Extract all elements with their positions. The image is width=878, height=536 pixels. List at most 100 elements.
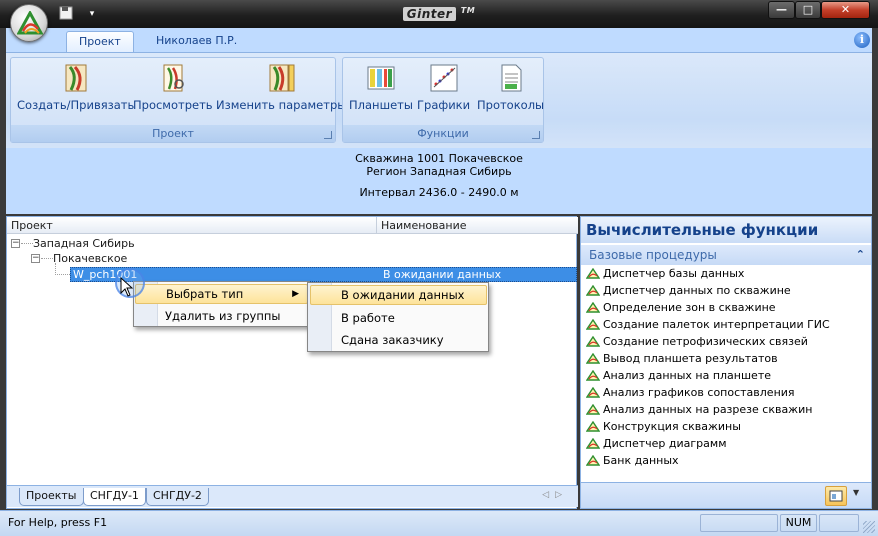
- protocols-icon: [501, 64, 522, 92]
- tree-header: Проект Наименование: [7, 217, 578, 234]
- procedure-item[interactable]: Анализ графиков сопоставления: [585, 384, 869, 401]
- procedure-label: Создание палеток интерпретации ГИС: [603, 318, 830, 331]
- mouse-cursor-icon: [120, 277, 134, 297]
- procedure-icon: [586, 285, 600, 296]
- submenu-arrow-icon: ▶: [292, 289, 299, 299]
- procedure-label: Анализ данных на разрезе скважин: [603, 403, 813, 416]
- ribbon-group-label: Функции: [343, 125, 543, 142]
- ribbon-tabs: Проект Николаев П.Р. i: [6, 28, 872, 52]
- procedure-icon: [586, 438, 600, 449]
- panel-toolbar: ▼: [581, 482, 871, 508]
- status-help-text: For Help, press F1: [8, 516, 108, 529]
- tablets-icon: [367, 66, 395, 90]
- edit-params-icon: [269, 64, 295, 92]
- procedure-icon: [586, 268, 600, 279]
- tab-projects[interactable]: Проекты: [19, 488, 84, 506]
- procedure-icon: [586, 370, 600, 381]
- tree-expander-icon[interactable]: −: [11, 239, 20, 248]
- view-button[interactable]: Просмотреть: [133, 62, 213, 112]
- procedure-item[interactable]: Создание палеток интерпретации ГИС: [585, 316, 869, 333]
- tab-scroll-arrows-icon[interactable]: ◁▷: [542, 490, 568, 500]
- procedure-item[interactable]: Анализ данных на планшете: [585, 367, 869, 384]
- procedure-icon: [586, 404, 600, 415]
- procedure-label: Создание петрофизических связей: [603, 335, 808, 348]
- edit-params-button[interactable]: Изменить параметры: [216, 62, 346, 112]
- menu-item-awaiting-data[interactable]: В ожидании данных: [310, 285, 487, 305]
- menu-item-delivered[interactable]: Сдана заказчику: [310, 330, 487, 350]
- maximize-button[interactable]: □: [795, 1, 821, 19]
- menu-item-in-progress[interactable]: В работе: [310, 308, 487, 328]
- view-icon: [163, 64, 184, 92]
- procedure-item[interactable]: Конструкция скважины: [585, 418, 869, 435]
- procedure-label: Диспетчер данных по скважине: [603, 284, 791, 297]
- charts-button[interactable]: Графики: [417, 62, 470, 112]
- procedure-item[interactable]: Создание петрофизических связей: [585, 333, 869, 350]
- procedure-item[interactable]: Диспетчер базы данных: [585, 265, 869, 282]
- tree-node-region[interactable]: Западная Сибирь: [33, 236, 135, 251]
- section-title: Базовые процедуры: [589, 248, 717, 262]
- app-logo-icon: [17, 11, 43, 35]
- procedure-label: Анализ графиков сопоставления: [603, 386, 795, 399]
- ribbon-group-label: Проект: [11, 125, 335, 142]
- menu-item-label: Выбрать тип: [166, 287, 244, 301]
- menu-item-label: Удалить из группы: [165, 309, 281, 323]
- column-header-project[interactable]: Проект: [7, 217, 377, 234]
- tree-line: [41, 258, 53, 259]
- region-name: Регион Западная Сибирь: [366, 165, 512, 178]
- create-bind-button[interactable]: Создать/Привязать: [17, 62, 134, 112]
- ribbon-group-project: Создать/Привязать Просмотреть Изменить п…: [10, 57, 346, 143]
- column-header-name[interactable]: Наименование: [377, 217, 577, 234]
- context-menu: Выбрать тип ▶ Удалить из группы: [133, 281, 310, 327]
- procedure-icon: [586, 455, 600, 466]
- panel-dropdown-icon[interactable]: ▼: [853, 488, 859, 497]
- well-status: В ожидании данных: [383, 268, 502, 281]
- resize-grip-icon[interactable]: [863, 521, 875, 533]
- title-bar: ▾ Ginter TM — □ ✕: [0, 0, 878, 42]
- group-launcher-icon[interactable]: [324, 131, 332, 139]
- procedure-label: Конструкция скважины: [603, 420, 741, 433]
- help-icon[interactable]: i: [854, 32, 870, 48]
- tablets-button[interactable]: Планшеты: [349, 62, 413, 112]
- procedure-item[interactable]: Вывод планшета результатов: [585, 350, 869, 367]
- procedure-item[interactable]: Определение зон в скважине: [585, 299, 869, 316]
- tab-sngdu-2[interactable]: СНГДУ-2: [146, 488, 209, 506]
- procedure-item[interactable]: Диспетчер диаграмм: [585, 435, 869, 452]
- section-header[interactable]: Базовые процедуры ⌃: [581, 245, 871, 265]
- close-button[interactable]: ✕: [821, 1, 870, 19]
- procedure-icon: [586, 421, 600, 432]
- procedure-list: Диспетчер базы данных Диспетчер данных по…: [585, 265, 869, 469]
- procedure-item[interactable]: Анализ данных на разрезе скважин: [585, 401, 869, 418]
- tab-project[interactable]: Проект: [66, 31, 134, 52]
- panel-view-button[interactable]: [825, 486, 847, 506]
- tree-expander-icon[interactable]: −: [31, 254, 40, 263]
- window-title: Ginter TM: [0, 6, 878, 21]
- protocols-button[interactable]: Протоколы: [477, 62, 544, 112]
- procedure-label: Банк данных: [603, 454, 679, 467]
- group-launcher-icon[interactable]: [532, 131, 540, 139]
- menu-item-select-type[interactable]: Выбрать тип ▶: [135, 284, 308, 304]
- bottom-tab-strip: Проекты СНГДУ-1 СНГДУ-2 ◁▷: [7, 485, 578, 507]
- collapse-icon[interactable]: ⌃: [856, 245, 865, 265]
- procedure-label: Диспетчер базы данных: [603, 267, 745, 280]
- tree-node-well[interactable]: W_pch1001 В ожидании данных: [70, 267, 577, 282]
- procedure-icon: [586, 353, 600, 364]
- ribbon-body: Создать/Привязать Просмотреть Изменить п…: [6, 52, 872, 148]
- tab-user[interactable]: Николаев П.Р.: [144, 31, 249, 52]
- charts-label: Графики: [417, 98, 471, 112]
- menu-item-remove-from-group[interactable]: Удалить из группы: [135, 306, 308, 326]
- protocols-label: Протоколы: [477, 98, 545, 112]
- tree-node-field[interactable]: Покачевское: [53, 251, 127, 266]
- interval-text: Интервал 2436.0 - 2490.0 м: [359, 186, 519, 199]
- procedure-label: Вывод планшета результатов: [603, 352, 778, 365]
- num-lock-indicator: NUM: [780, 514, 817, 532]
- procedure-label: Определение зон в скважине: [603, 301, 776, 314]
- procedure-label: Диспетчер диаграмм: [603, 437, 727, 450]
- app-menu-button[interactable]: [10, 4, 48, 42]
- procedure-icon: [586, 387, 600, 398]
- project-tree-pane: Проект Наименование − Западная Сибирь − …: [6, 216, 578, 509]
- tab-sngdu-1[interactable]: СНГДУ-1: [83, 488, 146, 506]
- minimize-button[interactable]: —: [768, 1, 795, 19]
- procedure-item[interactable]: Банк данных: [585, 452, 869, 469]
- procedure-icon: [586, 336, 600, 347]
- procedure-item[interactable]: Диспетчер данных по скважине: [585, 282, 869, 299]
